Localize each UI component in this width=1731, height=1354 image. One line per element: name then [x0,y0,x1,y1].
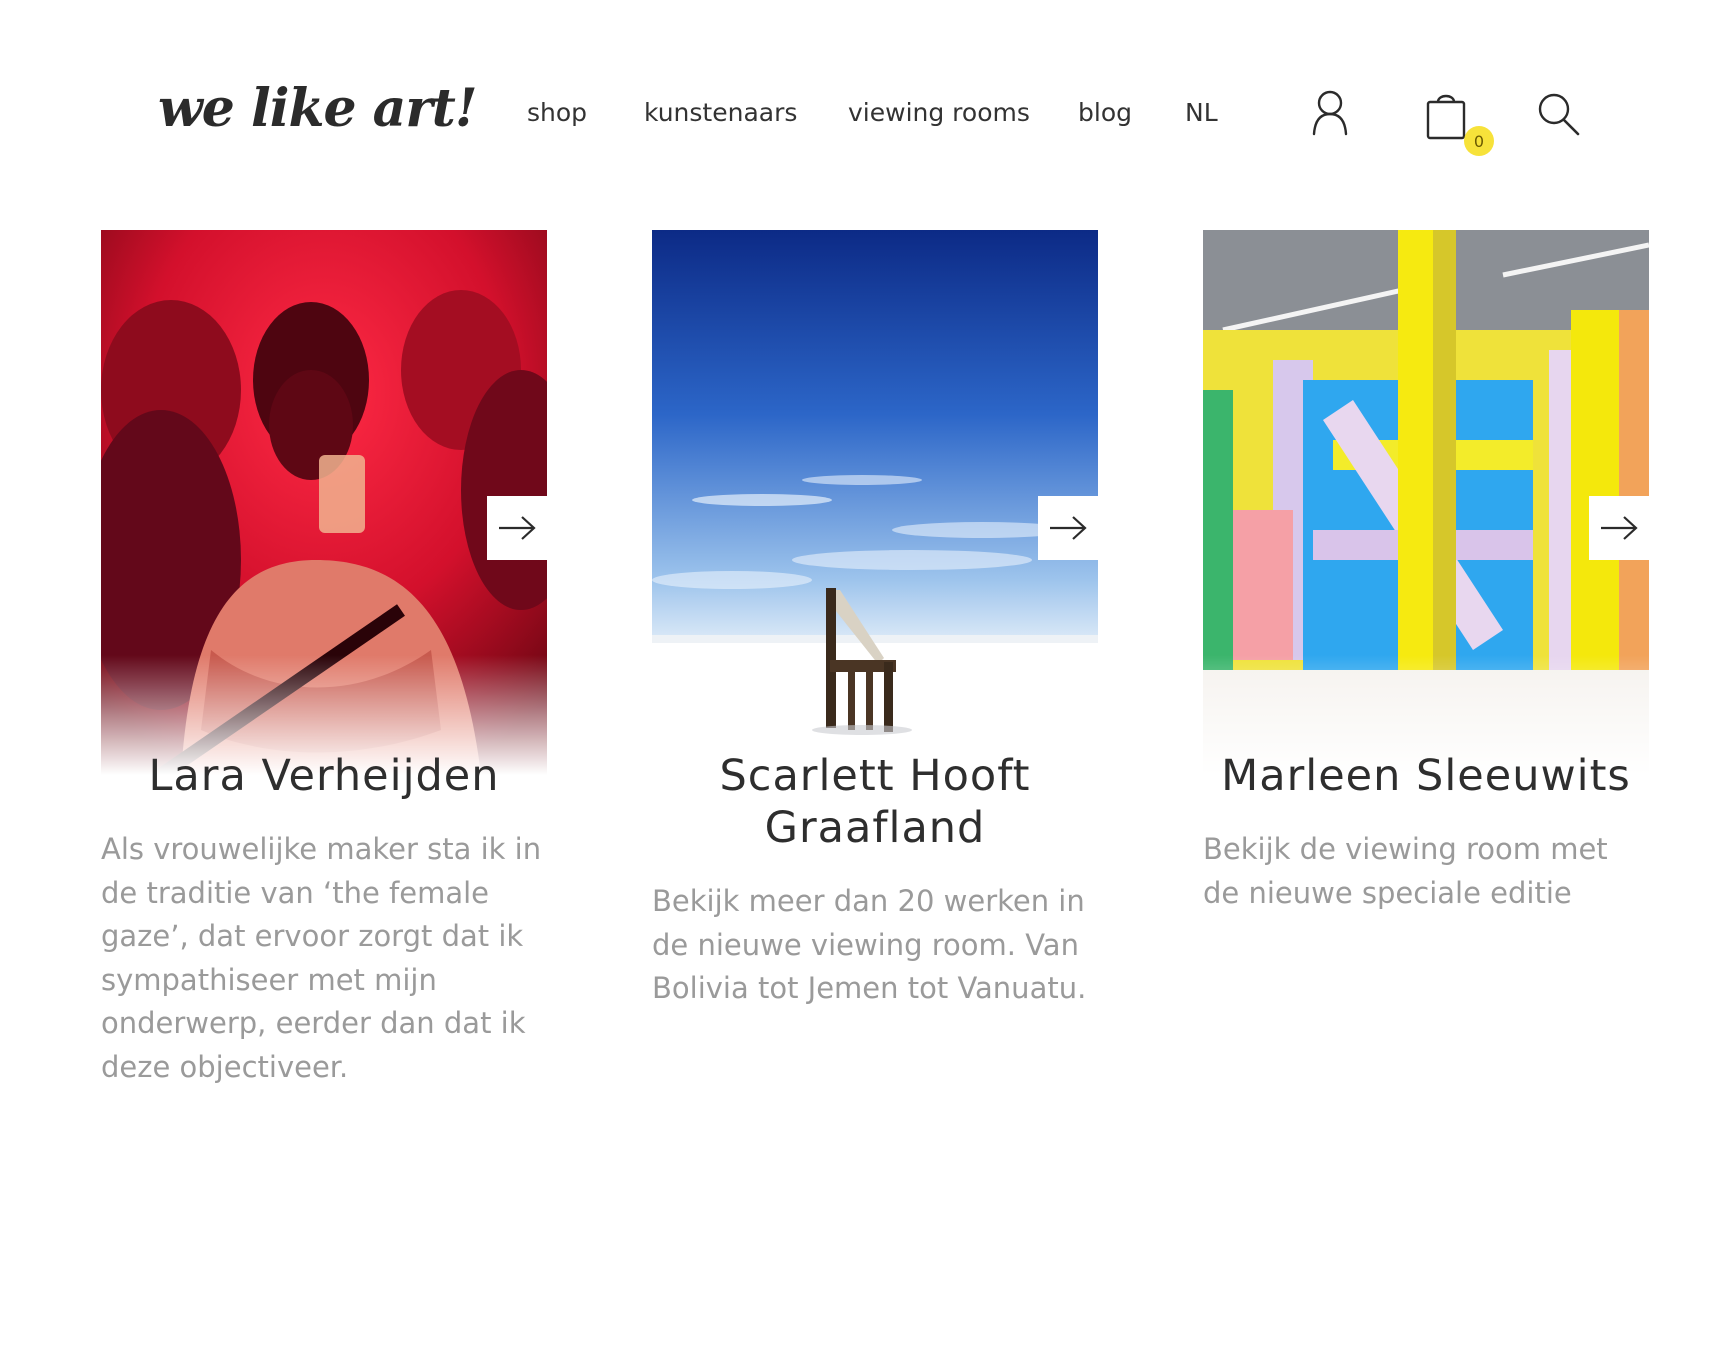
artist-name[interactable]: Marleen Sleeuwits [1193,750,1659,802]
account-button[interactable] [1310,88,1350,140]
artist-card-3: Marleen Sleeuwits Bekijk de viewing room… [1203,230,1649,910]
nav-item-shop[interactable]: shop [527,98,587,127]
artist-name[interactable]: Lara Verheijden [91,750,557,802]
arrow-right-icon [1050,516,1087,540]
shopping-bag-icon [1426,94,1466,140]
cart-count-badge: 0 [1464,126,1494,156]
artist-card-image[interactable] [101,230,547,775]
artist-description: Als vrouwelijke maker sta ik in de tradi… [101,832,542,1084]
site-header: we like art! shop kunstenaars viewing ro… [0,0,1731,200]
artist-description: Bekijk de viewing room met de nieuwe spe… [1203,832,1608,910]
arrow-right-icon [1601,516,1638,540]
next-arrow-button[interactable] [1589,496,1649,560]
cart-button[interactable]: 0 [1424,88,1496,158]
artist-card-image[interactable] [652,230,1098,775]
site-logo[interactable]: we like art! [158,78,478,139]
chair-on-salt-flat-photo [652,230,1098,775]
arrow-right-icon [499,516,536,540]
search-icon [1538,93,1580,136]
artist-name[interactable]: Scarlett Hooft Graafland [642,750,1108,854]
language-switch[interactable]: NL [1185,98,1218,127]
artist-card-1: Lara Verheijden Als vrouwelijke maker st… [101,230,547,1084]
nav-item-blog[interactable]: blog [1078,98,1132,127]
search-button[interactable] [1537,92,1581,138]
artist-description: Bekijk meer dan 20 werken in de nieuwe v… [652,884,1087,1005]
artist-card-2: Scarlett Hooft Graafland Bekijk meer dan… [652,230,1098,1005]
artist-card-image[interactable] [1203,230,1649,775]
nav-item-kunstenaars[interactable]: kunstenaars [644,98,797,127]
nav-item-viewing-rooms[interactable]: viewing rooms [848,98,1030,127]
next-arrow-button[interactable] [1038,496,1098,560]
next-arrow-button[interactable] [487,496,547,560]
user-icon [1312,90,1348,136]
